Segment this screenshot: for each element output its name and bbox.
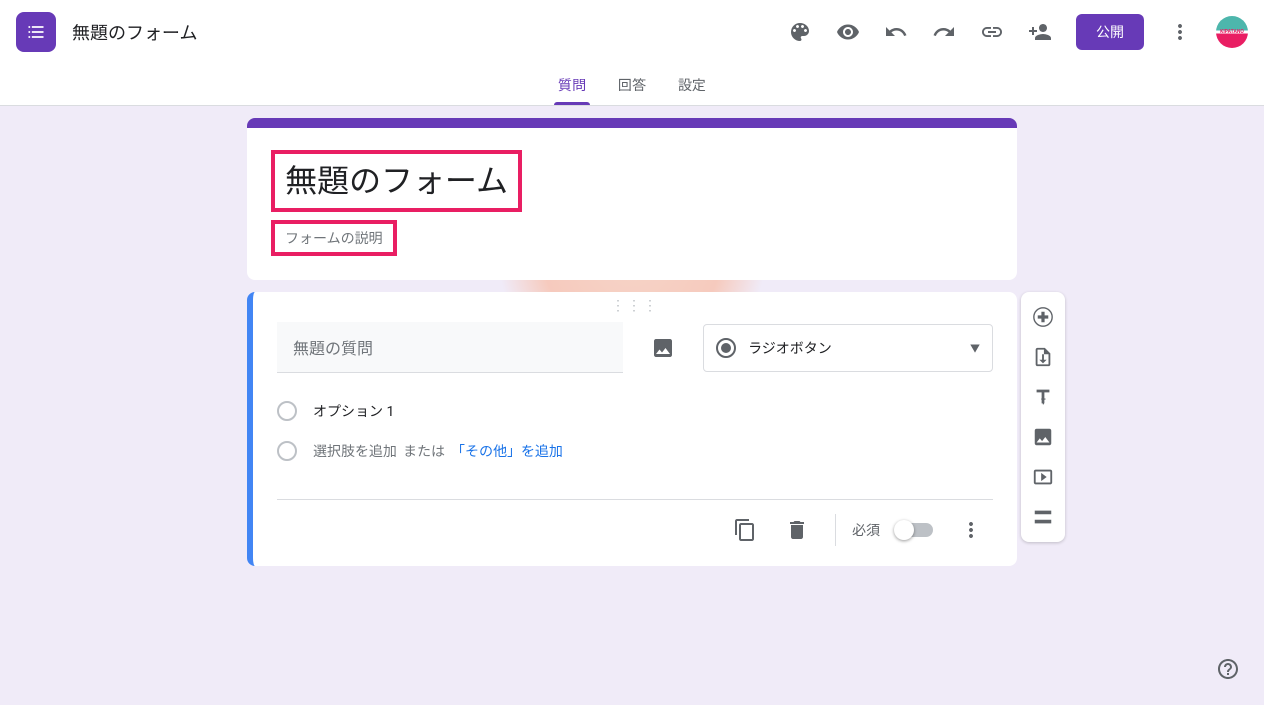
form-description[interactable]: フォームの説明 xyxy=(285,228,383,248)
title-card[interactable]: 無題のフォーム フォームの説明 xyxy=(247,118,1017,280)
radio-circle-icon xyxy=(277,441,297,461)
question-title-input[interactable] xyxy=(277,322,623,373)
form-title[interactable]: 無題のフォーム xyxy=(285,156,508,202)
forms-logo[interactable] xyxy=(16,12,56,52)
required-toggle[interactable] xyxy=(896,523,933,537)
option-row-1: オプション 1 xyxy=(277,391,993,431)
add-video-icon[interactable] xyxy=(1023,458,1063,496)
add-other-link[interactable]: 「その他」を追加 xyxy=(451,441,563,461)
description-highlight: フォームの説明 xyxy=(271,220,397,256)
radio-circle-icon xyxy=(277,401,297,421)
question-type-label: ラジオボタン xyxy=(748,338,958,358)
question-type-select[interactable]: ラジオボタン ▼ xyxy=(703,324,993,372)
preview-icon[interactable] xyxy=(828,12,868,52)
add-collaborator-icon[interactable] xyxy=(1020,12,1060,52)
main-content: 無題のフォーム フォームの説明 ⋮⋮⋮ ラジオボタン ▼ xyxy=(0,106,1264,578)
radio-icon xyxy=(716,338,736,358)
help-icon[interactable] xyxy=(1208,649,1248,689)
theme-icon[interactable] xyxy=(780,12,820,52)
title-highlight: 無題のフォーム xyxy=(271,150,522,212)
question-more-icon[interactable] xyxy=(949,508,993,552)
header: 無題のフォーム 公開 KIPATANO xyxy=(0,0,1264,64)
document-title[interactable]: 無題のフォーム xyxy=(72,19,780,45)
drag-handle-icon[interactable]: ⋮⋮⋮ xyxy=(277,298,993,314)
divider xyxy=(835,514,836,546)
question-footer: 必須 xyxy=(277,499,993,560)
redo-icon[interactable] xyxy=(924,12,964,52)
tab-settings[interactable]: 設定 xyxy=(662,64,722,105)
tab-responses[interactable]: 回答 xyxy=(602,64,662,105)
option-1-text[interactable]: オプション 1 xyxy=(313,401,394,421)
chevron-down-icon: ▼ xyxy=(970,340,980,355)
question-card[interactable]: ⋮⋮⋮ ラジオボタン ▼ オプション 1 選択肢を追加 または xyxy=(247,292,1017,566)
add-image-icon[interactable] xyxy=(1023,418,1063,456)
question-header-row: ラジオボタン ▼ xyxy=(277,322,993,373)
more-icon[interactable] xyxy=(1160,12,1200,52)
link-icon[interactable] xyxy=(972,12,1012,52)
add-section-icon[interactable] xyxy=(1023,498,1063,536)
tab-questions[interactable]: 質問 xyxy=(542,64,602,105)
avatar-label: KIPATANO xyxy=(1220,29,1244,35)
add-option-row: 選択肢を追加 または 「その他」を追加 xyxy=(277,431,993,471)
required-label: 必須 xyxy=(852,520,880,540)
or-text: または xyxy=(403,441,445,461)
undo-icon[interactable] xyxy=(876,12,916,52)
avatar[interactable]: KIPATANO xyxy=(1216,16,1248,48)
form-container: 無題のフォーム フォームの説明 ⋮⋮⋮ ラジオボタン ▼ xyxy=(247,118,1017,566)
side-toolbar xyxy=(1021,292,1065,542)
tabs: 質問 回答 設定 xyxy=(0,64,1264,106)
import-questions-icon[interactable] xyxy=(1023,338,1063,376)
delete-icon[interactable] xyxy=(775,508,819,552)
add-option-text[interactable]: 選択肢を追加 xyxy=(313,441,397,461)
duplicate-icon[interactable] xyxy=(723,508,767,552)
header-actions: 公開 KIPATANO xyxy=(780,12,1248,52)
add-question-icon[interactable] xyxy=(1023,298,1063,336)
add-title-icon[interactable] xyxy=(1023,378,1063,416)
publish-button[interactable]: 公開 xyxy=(1076,14,1144,50)
add-image-icon[interactable] xyxy=(639,324,687,372)
